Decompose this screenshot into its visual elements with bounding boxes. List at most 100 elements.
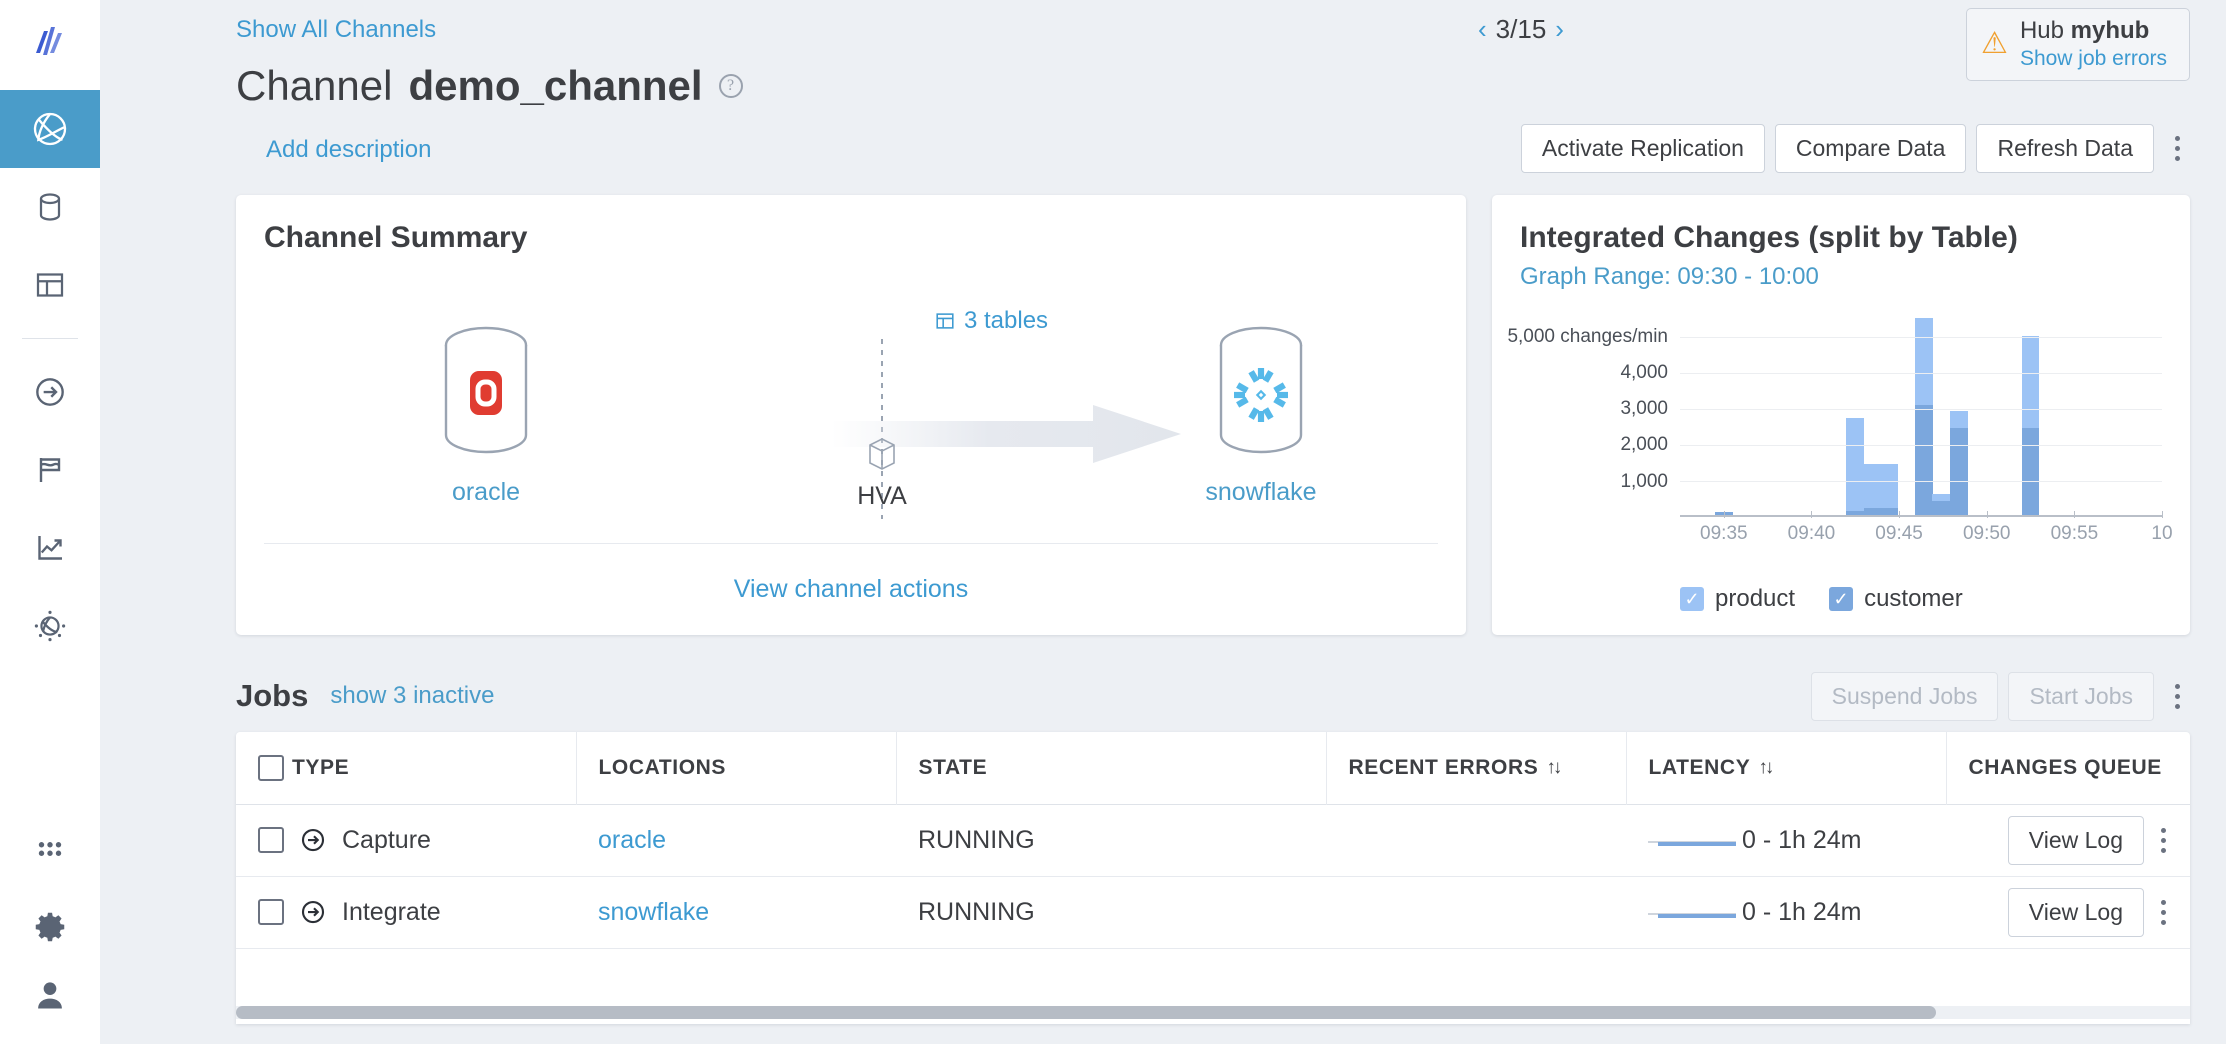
- chart-gridline: 1,000: [1680, 481, 2162, 482]
- sidebar-item-events[interactable]: [0, 431, 100, 509]
- hub-name: myhub: [2071, 17, 2150, 44]
- hub-status-button[interactable]: ⚠ Hub myhub Show job errors: [1966, 8, 2190, 81]
- jobs-actions: Suspend Jobs Start Jobs: [1811, 672, 2190, 721]
- chart-y-tick-label: 3,000: [1620, 398, 1668, 420]
- row-overflow-menu-icon[interactable]: [2150, 896, 2176, 929]
- job-type-label: Integrate: [342, 898, 441, 927]
- table-row[interactable]: Capture oracle RUNNING 0 - 1h 24m View L…: [236, 804, 2190, 876]
- tables-count-link[interactable]: 3 tables: [934, 307, 1048, 335]
- job-location-link[interactable]: snowflake: [598, 898, 709, 927]
- sort-updown-icon[interactable]: ↑↓: [1546, 757, 1559, 779]
- checkbox-icon[interactable]: ✓: [1680, 587, 1704, 611]
- sidebar-item-locations[interactable]: [0, 168, 100, 246]
- column-header-locations[interactable]: LOCATIONS: [576, 732, 896, 804]
- row-select-checkbox[interactable]: [258, 899, 284, 925]
- view-log-button[interactable]: View Log: [2008, 888, 2144, 937]
- start-jobs-button[interactable]: Start Jobs: [2008, 672, 2154, 721]
- chart-bar[interactable]: [1846, 418, 1864, 516]
- chart-bar[interactable]: [1880, 464, 1898, 515]
- target-node: snowflake: [1151, 323, 1371, 507]
- chart-legend-item-customer[interactable]: ✓customer: [1829, 585, 1963, 613]
- sidebar-item-settings[interactable]: [0, 888, 100, 966]
- chart-gridline: 5,000 changes/min: [1680, 337, 2162, 338]
- cube-icon: [867, 437, 897, 471]
- checkbox-icon[interactable]: ✓: [1829, 587, 1853, 611]
- header-overflow-menu-icon[interactable]: [2164, 132, 2190, 165]
- chart-bar-segment-product: [1880, 464, 1898, 508]
- activate-replication-button[interactable]: Activate Replication: [1521, 124, 1765, 173]
- refresh-data-button[interactable]: Refresh Data: [1976, 124, 2154, 173]
- chart-bar[interactable]: [1932, 494, 1950, 515]
- jobs-table-container: TYPE LOCATIONS STATE RECENT ERRORS: [236, 732, 2190, 1024]
- breadcrumb-show-all-channels[interactable]: Show All Channels: [236, 16, 436, 44]
- sort-updown-icon[interactable]: ↑↓: [1758, 757, 1771, 779]
- sidebar-item-channels[interactable]: [0, 90, 100, 168]
- column-header-latency[interactable]: LATENCY ↑↓: [1626, 732, 1946, 804]
- sidebar-item-jobs[interactable]: [0, 353, 100, 431]
- sidebar-item-network[interactable]: [0, 587, 100, 665]
- source-node: oracle: [376, 323, 596, 507]
- app-root: Show All Channels ‹ 3/15 › ⚠ Hub myhub S…: [0, 0, 2226, 1044]
- select-all-checkbox[interactable]: [258, 755, 284, 781]
- sidebar-item-tables[interactable]: [0, 246, 100, 324]
- chart-bars: [1680, 315, 2162, 515]
- hva-node: HVA: [814, 437, 950, 511]
- target-location-link[interactable]: snowflake: [1151, 478, 1371, 507]
- column-label-changes-queue: CHANGES QUEUE: [1969, 756, 2162, 780]
- column-label-state: STATE: [919, 756, 988, 780]
- row-overflow-menu-icon[interactable]: [2150, 824, 2176, 857]
- summary-cards-row: Channel Summary 3 tables: [236, 195, 2190, 635]
- chart-bar[interactable]: [1915, 318, 1933, 515]
- graph-range-link[interactable]: Graph Range: 09:30 - 10:00: [1492, 255, 2190, 291]
- chart-legend-item-product[interactable]: ✓ product: [1680, 585, 1795, 613]
- column-header-state[interactable]: STATE: [896, 732, 1326, 804]
- column-header-changes-queue[interactable]: CHANGES QUEUE: [1946, 732, 2190, 804]
- chart-x-tick-mark: [1811, 511, 1812, 518]
- latency-sparkline: [1648, 832, 1736, 848]
- horizontal-scrollbar[interactable]: [236, 1006, 2190, 1020]
- cell-type: Integrate: [236, 876, 576, 948]
- cell-state: RUNNING: [896, 804, 1326, 876]
- view-channel-actions-link[interactable]: View channel actions: [734, 575, 968, 604]
- pager-next-button[interactable]: ›: [1555, 14, 1564, 45]
- hub-name-line: Hub myhub: [2020, 16, 2167, 46]
- app-logo[interactable]: [0, 0, 100, 90]
- column-header-type[interactable]: TYPE: [236, 732, 576, 804]
- pager-prev-button[interactable]: ‹: [1478, 14, 1487, 45]
- job-location-link[interactable]: oracle: [598, 826, 666, 855]
- chart-legend-label: product: [1715, 585, 1795, 613]
- row-select-checkbox[interactable]: [258, 827, 284, 853]
- sidebar-item-user-account[interactable]: [0, 966, 100, 1044]
- chart-bar[interactable]: [2022, 336, 2040, 515]
- chart-bar-segment-product: [1950, 411, 1968, 428]
- job-type-label: Capture: [342, 826, 431, 855]
- gear-icon: [31, 908, 69, 946]
- cell-state: RUNNING: [896, 876, 1326, 948]
- chart-legend: ✓ product ✓customer: [1680, 585, 1963, 613]
- add-description-link[interactable]: Add description: [266, 136, 431, 164]
- column-header-recent-errors[interactable]: RECENT ERRORS ↑↓: [1326, 732, 1626, 804]
- sidebar-item-apps-grid[interactable]: [0, 810, 100, 888]
- source-location-link[interactable]: oracle: [376, 478, 596, 507]
- sidebar-item-monitoring[interactable]: [0, 509, 100, 587]
- table-grid-icon: [934, 310, 956, 332]
- job-state-label: RUNNING: [918, 826, 1035, 855]
- question-mark-icon[interactable]: ?: [719, 74, 743, 98]
- show-inactive-jobs-link[interactable]: show 3 inactive: [330, 682, 494, 710]
- chart-bar[interactable]: [1950, 411, 1968, 515]
- view-log-button[interactable]: View Log: [2008, 816, 2144, 865]
- chart-x-tick-label: 10: [2151, 523, 2172, 545]
- oracle-database-icon: [437, 323, 535, 457]
- chart-x-tick-label: 09:50: [1963, 523, 2011, 545]
- jobs-overflow-menu-icon[interactable]: [2164, 680, 2190, 713]
- table-row[interactable]: Integrate snowflake RUNNING 0 - 1h 24m V…: [236, 876, 2190, 948]
- snowflake-database-icon: [1212, 323, 1310, 457]
- chart-x-tick-mark: [2162, 511, 2163, 518]
- suspend-jobs-button[interactable]: Suspend Jobs: [1811, 672, 1999, 721]
- compare-data-button[interactable]: Compare Data: [1775, 124, 1967, 173]
- flag-icon: [32, 452, 68, 488]
- main-content: Show All Channels ‹ 3/15 › ⚠ Hub myhub S…: [100, 0, 2226, 1044]
- column-label-recent-errors: RECENT ERRORS: [1349, 756, 1539, 780]
- scrollbar-thumb[interactable]: [236, 1006, 1936, 1019]
- show-job-errors-link[interactable]: Show job errors: [2020, 46, 2167, 72]
